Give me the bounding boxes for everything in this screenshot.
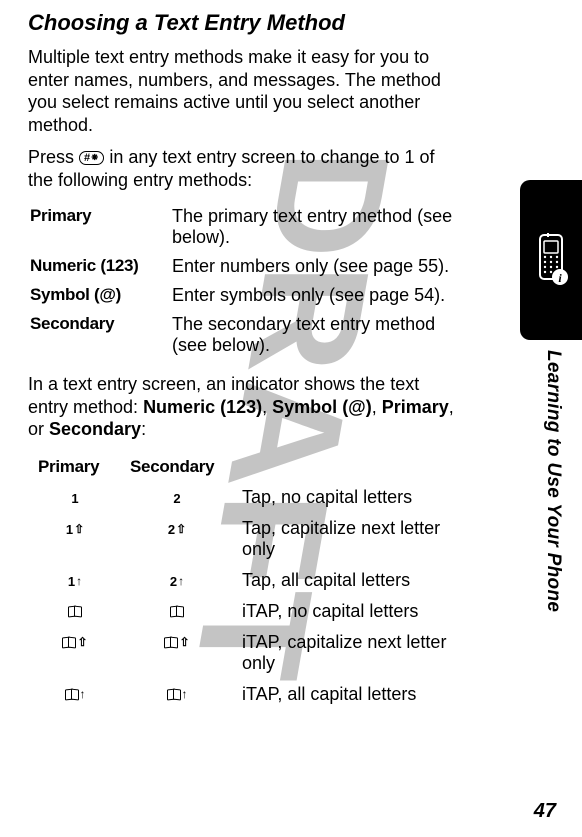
indicator-desc: iTAP, no capital letters xyxy=(234,597,458,626)
table-row: 1⇧ 2⇧ Tap, capitalize next letter only xyxy=(30,514,458,564)
term-primary: Primary xyxy=(382,397,449,417)
page-title: Choosing a Text Entry Method xyxy=(28,10,460,36)
method-label: Numeric (123) xyxy=(30,253,170,280)
book-icon xyxy=(62,637,76,648)
term-symbol: Symbol xyxy=(272,397,337,417)
indicator-primary-icon: 1⇧ xyxy=(30,514,120,564)
book-icon xyxy=(65,689,79,700)
page-content: Choosing a Text Entry Method Multiple te… xyxy=(0,0,500,721)
method-desc: Enter symbols only (see page 54). xyxy=(172,282,458,309)
book-icon xyxy=(68,606,82,617)
book-icon xyxy=(170,606,184,617)
indicator-primary-icon: ↑ xyxy=(30,680,120,709)
table-row: Primary The primary text entry method (s… xyxy=(30,203,458,251)
press-pre-text: Press xyxy=(28,147,79,167)
methods-table: Primary The primary text entry method (s… xyxy=(28,201,460,361)
table-row: iTAP, no capital letters xyxy=(30,597,458,626)
method-desc: The primary text entry method (see below… xyxy=(172,203,458,251)
method-desc: Enter numbers only (see page 55). xyxy=(172,253,458,280)
indicator-desc: Tap, all capital letters xyxy=(234,566,458,595)
table-row: ↑ ↑ iTAP, all capital letters xyxy=(30,680,458,709)
indicator-primary-icon xyxy=(30,597,120,626)
indicator-secondary-icon: ↑ xyxy=(122,680,232,709)
book-icon xyxy=(167,689,181,700)
section-thumb-tab: i xyxy=(520,180,582,340)
section-side-label: Learning to Use Your Phone xyxy=(542,350,564,612)
indicator-secondary-icon xyxy=(122,597,232,626)
indicator-secondary-icon: 2↑ xyxy=(122,566,232,595)
hash-key-icon: #⁕ xyxy=(79,151,104,165)
indicator-desc: Tap, capitalize next letter only xyxy=(234,514,458,564)
indicator-desc: iTAP, capitalize next letter only xyxy=(234,628,458,678)
press-instruction: Press #⁕ in any text entry screen to cha… xyxy=(28,146,460,191)
method-desc: The secondary text entry method (see bel… xyxy=(172,311,458,359)
method-label: Symbol (@) xyxy=(30,282,170,309)
indicator-table: Primary Secondary 1 2 Tap, no capital le… xyxy=(28,451,460,711)
indicator-primary-icon: ⇧ xyxy=(30,628,120,678)
table-row: Numeric (123) Enter numbers only (see pa… xyxy=(30,253,458,280)
indicator-desc: iTAP, all capital letters xyxy=(234,680,458,709)
page-number: 47 xyxy=(534,800,556,823)
indicator-secondary-icon: 2⇧ xyxy=(122,514,232,564)
book-icon xyxy=(164,637,178,648)
table-row: ⇧ ⇧ iTAP, capitalize next letter only xyxy=(30,628,458,678)
indicator-primary-icon: 1↑ xyxy=(30,566,120,595)
term-numeric: Numeric xyxy=(143,397,215,417)
method-label: Primary xyxy=(30,203,170,251)
indicator-header-secondary: Secondary xyxy=(122,453,232,481)
table-row: 1↑ 2↑ Tap, all capital letters xyxy=(30,566,458,595)
indicator-desc: Tap, no capital letters xyxy=(234,483,458,512)
indicator-secondary-icon: ⇧ xyxy=(122,628,232,678)
table-row: Symbol (@) Enter symbols only (see page … xyxy=(30,282,458,309)
term-secondary: Secondary xyxy=(49,419,141,439)
indicator-header-primary: Primary xyxy=(30,453,120,481)
intro-paragraph: Multiple text entry methods make it easy… xyxy=(28,46,460,136)
method-label: Secondary xyxy=(30,311,170,359)
term-symbol-sym: (@) xyxy=(342,397,372,417)
table-row: Secondary The secondary text entry metho… xyxy=(30,311,458,359)
table-row: 1 2 Tap, no capital letters xyxy=(30,483,458,512)
indicator-secondary-icon: 2 xyxy=(122,483,232,512)
phone-info-icon: i xyxy=(534,233,568,287)
indicator-intro: In a text entry screen, an indicator sho… xyxy=(28,373,460,441)
indicator-primary-icon: 1 xyxy=(30,483,120,512)
term-numeric-sym: (123) xyxy=(220,397,262,417)
